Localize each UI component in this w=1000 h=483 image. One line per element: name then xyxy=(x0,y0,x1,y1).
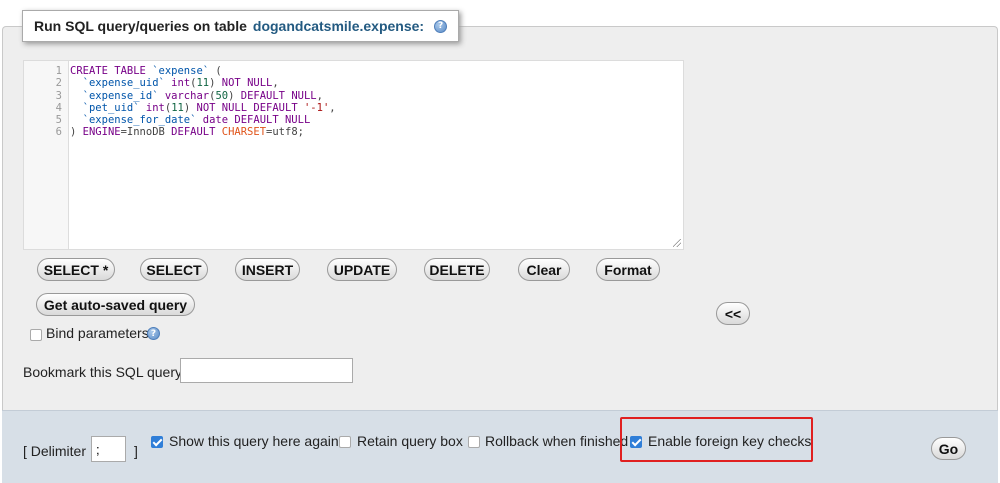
rollback-when-finished-checkbox[interactable] xyxy=(468,436,480,448)
code-token: ( xyxy=(209,65,222,77)
sql-code[interactable]: 1 CREATE TABLE `expense` (2 `expense_uid`… xyxy=(24,65,683,139)
line-number: 4 xyxy=(55,101,62,114)
resize-handle[interactable] xyxy=(673,239,681,247)
bind-parameters-checkbox[interactable] xyxy=(30,329,42,341)
code-token: DEFAULT NULL xyxy=(234,114,311,127)
line-number: 2 xyxy=(55,77,62,90)
code-line: 5 `expense_for_date` date DEFAULT NULL xyxy=(24,114,683,126)
code-token: CHARSET xyxy=(221,126,267,139)
get-auto-saved-query-button[interactable]: Get auto-saved query xyxy=(36,293,195,316)
code-token: int xyxy=(171,77,191,90)
code-token: =InnoDB xyxy=(120,126,172,139)
code-token: 11 xyxy=(171,101,184,114)
code-token: `expense_for_date` xyxy=(82,114,197,127)
code-token: date xyxy=(202,114,229,127)
code-token: =utf8; xyxy=(266,126,304,139)
code-token: `expense` xyxy=(152,65,210,77)
code-token: 11 xyxy=(196,77,210,90)
code-token: ENGINE xyxy=(82,126,121,139)
bind-parameters-help-icon[interactable]: ? xyxy=(147,327,160,340)
clear-button[interactable]: Clear xyxy=(518,258,570,281)
code-text: ) ENGINE=InnoDB DEFAULT CHARSET=utf8; xyxy=(66,126,304,138)
go-button[interactable]: Go xyxy=(931,437,966,460)
code-token: ) xyxy=(70,126,83,139)
code-token: NOT NULL DEFAULT xyxy=(196,101,298,114)
code-token: ) xyxy=(209,77,222,90)
bind-parameters-label: Bind parameters xyxy=(46,325,149,341)
show-query-again-label: Show this query here again xyxy=(169,433,339,449)
delimiter-input[interactable] xyxy=(91,436,126,462)
code-token: CREATE TABLE xyxy=(70,65,153,77)
code-token: ) xyxy=(228,89,241,102)
line-number: 1 xyxy=(55,65,62,77)
code-token: `expense_uid` xyxy=(82,77,165,90)
code-token: NOT NULL xyxy=(221,77,273,90)
line-number: 6 xyxy=(55,126,62,139)
code-token: 50 xyxy=(215,89,229,102)
show-query-again-checkbox[interactable] xyxy=(151,436,163,448)
rollback-when-finished-label: Rollback when finished xyxy=(485,433,629,449)
code-text: CREATE TABLE `expense` ( xyxy=(66,65,222,77)
code-text: `expense_id` varchar(50) DEFAULT NULL, xyxy=(66,90,323,102)
code-line: 2 `expense_uid` int(11) NOT NULL, xyxy=(24,77,683,89)
code-token: DEFAULT xyxy=(171,126,216,139)
bookmark-input[interactable] xyxy=(180,358,353,383)
legend-prefix: Run SQL query/queries on table xyxy=(34,18,247,34)
collapse-button[interactable]: << xyxy=(716,302,750,325)
code-token: int xyxy=(145,101,165,114)
help-icon[interactable]: ? xyxy=(434,19,448,33)
code-token: , xyxy=(329,101,336,114)
code-token: , xyxy=(316,89,323,102)
delimiter-close-label: ] xyxy=(134,443,138,459)
line-number: 5 xyxy=(55,114,62,127)
code-token: `expense_id` xyxy=(82,89,159,102)
sql-editor[interactable]: 1 CREATE TABLE `expense` (2 `expense_uid`… xyxy=(23,60,684,250)
code-token: , xyxy=(272,77,279,90)
code-token: DEFAULT NULL xyxy=(240,89,317,102)
format-button[interactable]: Format xyxy=(596,258,660,281)
code-line: 4 `pet_uid` int(11) NOT NULL DEFAULT '-1… xyxy=(24,102,683,114)
insert-button[interactable]: INSERT xyxy=(235,258,300,281)
retain-query-box-label: Retain query box xyxy=(357,433,463,449)
update-button[interactable]: UPDATE xyxy=(327,258,397,281)
code-token: varchar xyxy=(164,89,210,102)
code-line: 3 `expense_id` varchar(50) DEFAULT NULL, xyxy=(24,90,683,102)
code-text: `expense_for_date` date DEFAULT NULL xyxy=(66,114,311,127)
delete-button[interactable]: DELETE xyxy=(424,258,490,281)
select-star-button[interactable]: SELECT * xyxy=(37,258,115,281)
retain-query-box-checkbox[interactable] xyxy=(339,436,351,448)
code-line: 1 CREATE TABLE `expense` ( xyxy=(24,65,683,77)
line-number: 3 xyxy=(55,89,62,102)
highlight-box xyxy=(620,417,813,462)
select-button[interactable]: SELECT xyxy=(140,258,208,281)
delimiter-open-label: [ Delimiter xyxy=(23,443,87,459)
code-token: ) xyxy=(183,101,197,114)
code-token: `pet_uid` xyxy=(82,101,140,114)
code-line: 6) ENGINE=InnoDB DEFAULT CHARSET=utf8; xyxy=(24,126,683,138)
code-text: `expense_uid` int(11) NOT NULL, xyxy=(66,77,279,89)
code-text: `pet_uid` int(11) NOT NULL DEFAULT '-1', xyxy=(66,102,336,114)
code-token: '-1' xyxy=(303,101,330,114)
bookmark-label: Bookmark this SQL query: xyxy=(23,364,186,380)
fieldset-legend: Run SQL query/queries on table dogandcat… xyxy=(22,10,460,42)
table-name-link[interactable]: dogandcatsmile.expense: xyxy=(253,18,424,34)
